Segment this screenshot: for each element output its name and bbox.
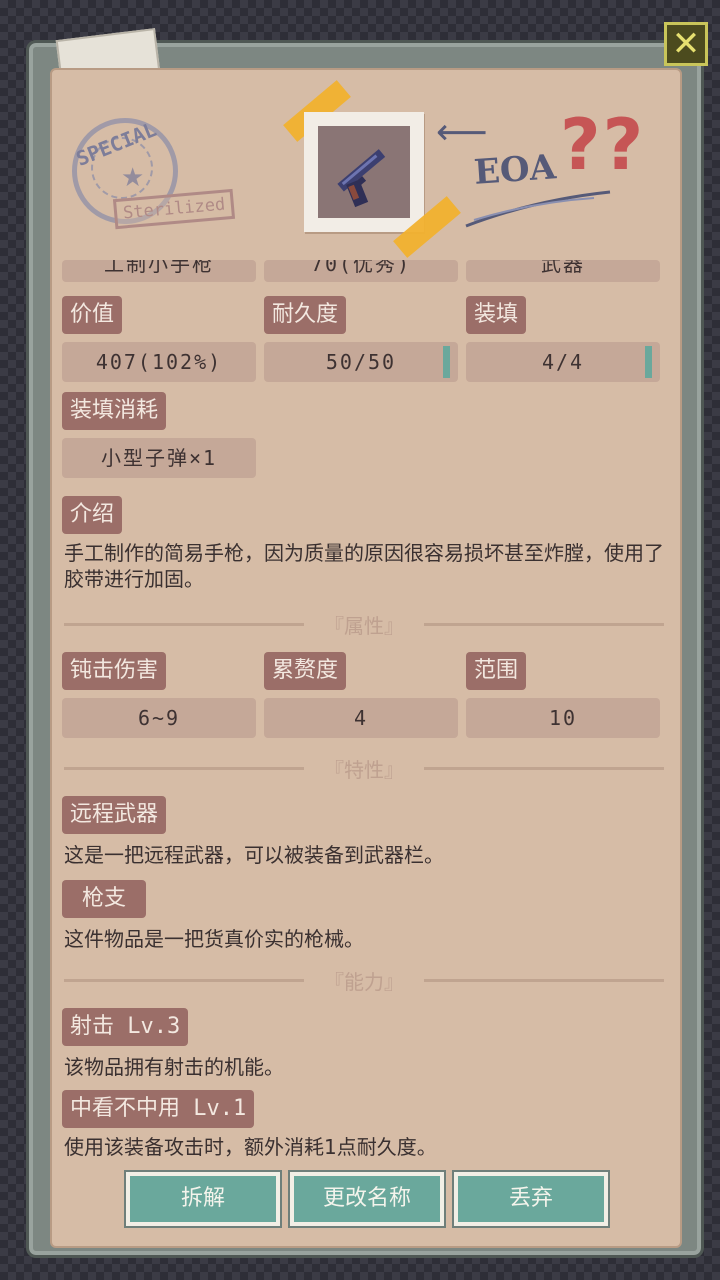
- encumbrance-label: 累赘度: [264, 652, 347, 690]
- blunt-damage-value: 6~9: [62, 698, 256, 738]
- ability-flimsy: 中看不中用 Lv.1: [62, 1090, 255, 1128]
- traits-divider: 『特性』: [64, 754, 664, 782]
- ability-shoot: 射击 Lv.3: [62, 1008, 189, 1046]
- stats-label-row: 价值 耐久度 装填: [62, 296, 662, 334]
- brand-label: EOA: [472, 147, 558, 193]
- trait-ranged-weapon: 远程武器: [62, 796, 167, 834]
- attributes-value-row: 6~9 4 10: [62, 698, 662, 738]
- question-marks: ??: [560, 104, 646, 186]
- ammo-label: 装填: [466, 296, 527, 334]
- rename-button[interactable]: 更改名称: [290, 1172, 444, 1226]
- blunt-damage-label: 钝击伤害: [62, 652, 167, 690]
- reload-cost-value: 小型子弹×1: [62, 438, 256, 478]
- pistol-icon: [337, 149, 386, 208]
- item-image: [304, 112, 424, 232]
- swoosh-decoration: [465, 190, 611, 228]
- range-label: 范围: [466, 652, 527, 690]
- trait-firearm: 枪支: [62, 880, 147, 918]
- ability-flimsy-text: 使用该装备攻击时，额外消耗1点耐久度。: [64, 1135, 437, 1159]
- close-icon: ✕: [671, 24, 701, 64]
- ability-shoot-text: 该物品拥有射击的机能。: [64, 1055, 284, 1079]
- dismantle-button[interactable]: 拆解: [126, 1172, 280, 1226]
- attributes-label-row: 钝击伤害 累赘度 范围: [62, 652, 662, 690]
- abilities-divider: 『能力』: [64, 966, 664, 994]
- trait-ranged-weapon-text: 这是一把远程武器，可以被装备到武器栏。: [64, 843, 444, 867]
- value-label: 价值: [62, 296, 123, 334]
- arrow-left-icon: ⟵: [436, 112, 488, 153]
- item-name-value: 工制小手枪: [62, 260, 256, 282]
- range-value: 10: [466, 698, 660, 738]
- item-detail-panel[interactable]: ★ SPECIAL Sterilized ⟵ EOA ?? 工制小手枪 70(优…: [50, 68, 682, 1248]
- close-button[interactable]: ✕: [664, 22, 708, 66]
- intro-text: 手工制作的简易手枪，因为质量的原因很容易损坏甚至炸膛，使用了胶带进行加固。: [64, 541, 664, 591]
- durability-value: 50/50: [264, 342, 458, 382]
- quality-value: 70(优秀): [264, 260, 458, 282]
- category-value: 武器: [466, 260, 660, 282]
- value-value: 407(102%): [62, 342, 256, 382]
- durability-label: 耐久度: [264, 296, 347, 334]
- trait-firearm-text: 这件物品是一把货真价实的枪械。: [64, 927, 364, 951]
- encumbrance-value: 4: [264, 698, 458, 738]
- reload-cost-label: 装填消耗: [62, 392, 167, 430]
- ammo-meter: [645, 346, 652, 378]
- durability-meter: [443, 346, 450, 378]
- attributes-divider: 『属性』: [64, 610, 664, 638]
- stats-value-row: 407(102%) 50/50 4/4: [62, 342, 662, 382]
- intro-label: 介绍: [62, 496, 123, 534]
- ammo-value: 4/4: [466, 342, 660, 382]
- basic-info-row: 工制小手枪 70(优秀) 武器: [62, 260, 662, 282]
- star-icon: ★: [121, 163, 145, 193]
- discard-button[interactable]: 丢弃: [454, 1172, 608, 1226]
